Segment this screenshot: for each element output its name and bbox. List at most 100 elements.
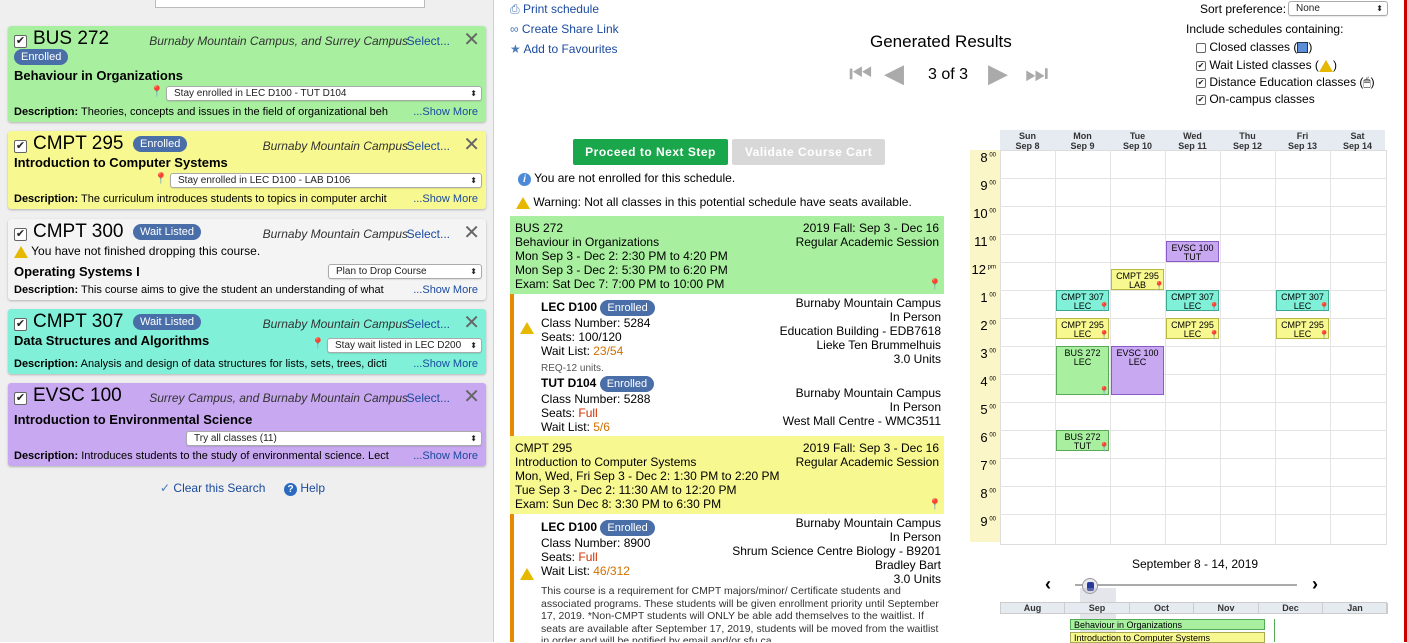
show-more-link[interactable]: ...Show More [411,358,478,370]
filter-closed[interactable]: Closed classes () [1196,40,1312,54]
pin-icon: 📍 [1208,302,1220,312]
calendar-event[interactable]: CMPT 295 LEC 📍 [1276,318,1330,340]
warning-icon [516,196,530,209]
enrollment-dropdown[interactable]: Plan to Drop Course ⬍ [328,264,482,279]
warning-stripe [510,514,514,642]
course-description: Description: Theories, concepts and issu… [14,106,389,118]
hour-label: 9 00 [970,514,1000,542]
mouse-icon: 🖱 [1363,75,1371,89]
share-link[interactable]: ∞ Create Share Link [510,22,619,36]
course-checkbox[interactable]: ✔ [14,228,27,241]
show-more-link[interactable]: ...Show More [411,450,478,462]
month-label: Aug [1001,603,1065,614]
pin-icon: 📍 [1098,330,1110,340]
course-list-panel: ✔ BUS 272 Enrolled Burnaby Mountain Camp… [0,0,494,642]
calendar-event[interactable]: EVSC 100 LEC [1111,346,1164,395]
clear-search-link[interactable]: ✓ Clear this Search [160,481,265,495]
hour-label: 8 00 [970,486,1000,514]
course-code: EVSC 100 [33,385,122,406]
timeline-bar-cmpt295: Introduction to Computer Systems [1070,632,1265,643]
next-week-icon[interactable]: › [1312,574,1318,595]
select-link[interactable]: Select... [407,139,450,153]
calendar-event[interactable]: BUS 272 LEC 📍 [1056,346,1110,396]
calendar-event[interactable]: CMPT 307 LEC 📍 [1056,290,1110,312]
campus-label: Burnaby Mountain Campus [262,317,408,331]
pin-icon: 📍 [928,279,942,291]
show-more-link[interactable]: ...Show More [411,106,478,118]
status-badge: Wait Listed [133,314,202,330]
sort-dropdown[interactable]: None ⬍ [1288,1,1388,16]
calendar-event[interactable]: CMPT 295 LEC 📍 [1166,318,1220,340]
enrollment-dropdown[interactable]: Stay enrolled in LEC D100 - LAB D106 ⬍ [170,173,482,188]
month-label: Dec [1259,603,1323,614]
search-box-remnant[interactable] [155,0,425,8]
weekly-calendar: Sun Sep 8 Mon Sep 9 Tue Sep 10 Wed Sep 11 Th… [970,130,1387,545]
help-link[interactable]: ? Help [284,481,325,496]
course-checkbox[interactable]: ✔ [14,140,27,153]
course-checkbox[interactable]: ✔ [14,392,27,405]
close-icon[interactable]: ✕ [463,223,480,243]
calendar-event[interactable]: BUS 272 TUT 📍 [1056,430,1110,452]
filter-oncampus[interactable]: ✔ On-campus classes [1196,92,1315,106]
hour-label: 2 00 [970,318,1000,346]
calendar-event[interactable]: CMPT 295 LAB 📍 [1111,269,1165,291]
next-page-icon[interactable]: ▶ [988,60,1008,86]
select-link[interactable]: Select... [407,34,450,48]
hour-label: 8 00 [970,150,1000,178]
course-checkbox[interactable]: ✔ [14,35,27,48]
enrollment-dropdown[interactable]: Stay wait listed in LEC D200 ⬍ [327,338,482,353]
day-header: Wed Sep 11 [1165,130,1220,151]
week-slider-track[interactable] [1075,584,1297,586]
filter-distance[interactable]: ✔ Distance Education classes (🖱) [1196,75,1375,90]
enrollment-dropdown[interactable]: Stay enrolled in LEC D100 - TUT D104 ⬍ [166,86,482,101]
calendar-event[interactable]: CMPT 307 LEC 📍 [1166,290,1220,312]
show-more-link[interactable]: ...Show More [411,193,478,205]
prev-week-icon[interactable]: ‹ [1045,574,1051,595]
course-checkbox[interactable]: ✔ [14,318,27,331]
month-label: Oct [1130,603,1194,614]
close-icon[interactable]: ✕ [463,30,480,50]
calendar-event[interactable]: EVSC 100 TUT [1166,241,1219,262]
cmpt295-summary: CMPT 295 Introduction to Computer Systems… [510,436,944,514]
pin-icon: 📍 [311,338,325,350]
course-title: Introduction to Environmental Science [14,412,253,427]
course-description: Description: Analysis and design of data… [14,358,387,370]
proceed-button[interactable]: Proceed to Next Step [573,139,728,165]
course-title: Introduction to Computer Systems [14,155,228,170]
bus-lec-section: LEC D100 Enrolled Class Number: 5284 Sea… [541,300,655,434]
print-schedule-link[interactable]: ⎙ Print schedule [510,2,599,17]
calendar-event[interactable]: CMPT 295 LEC 📍 [1056,318,1110,340]
campus-label: Burnaby Mountain Campus [262,139,408,153]
close-icon[interactable]: ✕ [463,135,480,155]
enrollment-dropdown[interactable]: Try all classes (11) ⬍ [186,431,482,446]
closed-icon [1297,42,1309,54]
last-page-icon[interactable]: ⏭ [1025,60,1048,86]
course-code: CMPT 295 [33,133,124,154]
status-badge: Enrolled [14,49,69,65]
show-more-link[interactable]: ...Show More [411,284,478,296]
close-icon[interactable]: ✕ [463,313,480,333]
pin-icon: 📍 [1208,330,1220,340]
pin-icon: 📍 [150,86,164,98]
first-page-icon[interactable]: ⏮ [849,60,872,86]
day-header: Thu Sep 12 [1220,130,1275,151]
add-favourites-link[interactable]: ★ Add to Favourites [510,42,618,56]
calendar-event[interactable]: CMPT 307 LEC 📍 [1276,290,1330,312]
bus-tut-location: Burnaby Mountain Campus In Person West Mal… [782,386,941,428]
prev-page-icon[interactable]: ◀ [884,60,904,86]
filter-waitlisted[interactable]: ✔ Wait Listed classes () [1196,58,1337,72]
select-link[interactable]: Select... [407,227,450,241]
campus-label: Burnaby Mountain Campus, and Surrey Camp… [149,34,408,48]
validate-cart-button[interactable]: Validate Course Cart [732,139,885,165]
day-header: Mon Sep 9 [1055,130,1110,151]
pin-icon: 📍 [1098,386,1110,396]
select-link[interactable]: Select... [407,391,450,405]
course-card-cmpt295: ✔ CMPT 295 Enrolled Burnaby Mountain Cam… [8,131,486,209]
warning-icon [520,320,534,334]
enroll-notice: i You are not enrolled for this schedule… [518,171,735,186]
select-link[interactable]: Select... [407,317,450,331]
close-icon[interactable]: ✕ [463,387,480,407]
pin-icon: 📍 [1098,302,1110,312]
timeline-marker [1274,619,1275,642]
warning-icon [1318,59,1333,72]
